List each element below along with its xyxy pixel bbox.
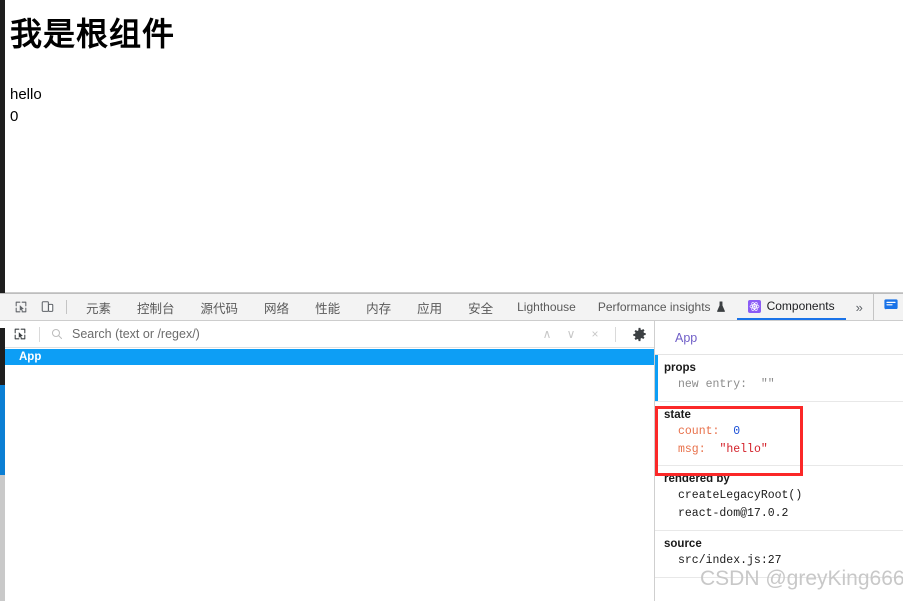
inspector-section-props: props new entry: "" xyxy=(655,355,903,402)
component-tree-toolbar: ∧ ∨ × xyxy=(0,321,654,348)
window-left-edge-strip-3 xyxy=(0,385,5,475)
search-clear-button[interactable]: × xyxy=(583,323,607,345)
prop-key: new entry xyxy=(678,378,741,391)
tab-application[interactable]: 应用 xyxy=(404,294,455,320)
rendered-by-row-reactdom[interactable]: react-dom@17.0.2 xyxy=(664,505,903,523)
flask-icon xyxy=(716,301,726,313)
window-left-edge-strip-4 xyxy=(0,475,5,601)
tab-label: 元素 xyxy=(86,301,112,316)
tab-label: 内存 xyxy=(366,301,392,316)
tab-network[interactable]: 网络 xyxy=(251,294,302,320)
component-tree-list: App xyxy=(0,348,654,601)
tab-sources[interactable]: 源代码 xyxy=(188,294,252,320)
source-file-link[interactable]: src/index.js:27 xyxy=(664,552,903,570)
prop-value[interactable]: "" xyxy=(761,378,775,391)
tab-components[interactable]: Components xyxy=(736,294,846,320)
rendered-by-row-root[interactable]: createLegacyRoot() xyxy=(664,487,903,505)
inspected-component-name: App xyxy=(675,330,698,345)
tab-performance-insights[interactable]: Performance insights xyxy=(587,294,737,320)
state-row-count[interactable]: count: 0 xyxy=(664,423,903,441)
more-tabs-button[interactable]: » xyxy=(846,294,873,320)
section-title: source xyxy=(664,538,702,551)
tab-label: 源代码 xyxy=(200,301,239,316)
inspector-section-state: state count: 0 msg: "hello" xyxy=(655,402,903,467)
feedback-icon[interactable] xyxy=(883,297,899,318)
section-title: props xyxy=(664,362,696,374)
page-title: 我是根组件 xyxy=(10,16,176,52)
device-toolbar-icon[interactable] xyxy=(34,294,60,320)
state-value[interactable]: "hello" xyxy=(719,443,767,456)
component-search xyxy=(48,327,535,341)
tab-console[interactable]: 控制台 xyxy=(124,294,188,320)
select-element-icon[interactable] xyxy=(9,324,31,344)
tab-memory[interactable]: 内存 xyxy=(353,294,404,320)
window-left-edge-strip-2 xyxy=(0,328,5,385)
state-key: count xyxy=(678,424,713,438)
inspect-element-icon[interactable] xyxy=(8,294,34,320)
tab-performance[interactable]: 性能 xyxy=(302,294,353,320)
window-left-edge-strip xyxy=(0,0,5,293)
state-colon: : xyxy=(712,424,720,438)
tab-lighthouse[interactable]: Lighthouse xyxy=(506,294,587,320)
prop-row-new-entry[interactable]: new entry: "" xyxy=(664,376,903,394)
state-row-msg[interactable]: msg: "hello" xyxy=(664,441,903,459)
tab-label: 应用 xyxy=(417,301,443,316)
prop-colon: : xyxy=(740,378,748,391)
react-logo-icon xyxy=(747,299,761,313)
tree-node-label: App xyxy=(19,351,42,363)
component-tree-pane: ∧ ∨ × App xyxy=(0,321,655,601)
page-viewport: 我是根组件 hello 0 xyxy=(0,0,903,292)
page-body-text: hello 0 xyxy=(10,84,903,128)
inspector-header: App xyxy=(655,321,903,355)
inspector-section-source: source src/index.js:27 xyxy=(655,531,903,578)
inspector-section-rendered-by: rendered by createLegacyRoot() react-dom… xyxy=(655,466,903,532)
toolbar-separator xyxy=(39,326,40,342)
tab-label: 网络 xyxy=(264,301,290,316)
devtools-toolbar-right xyxy=(872,294,903,320)
state-colon: : xyxy=(698,442,706,456)
components-panel: ∧ ∨ × App App xyxy=(0,321,903,601)
tab-label: 性能 xyxy=(315,301,341,316)
devtools-tabbar: 元素 控制台 源代码 网络 性能 内存 应用 安全 Lighthouse Per… xyxy=(0,294,903,321)
section-title: rendered by xyxy=(664,473,730,486)
section-title: state xyxy=(664,408,691,421)
page-line-count: 0 xyxy=(10,107,19,125)
tab-elements[interactable]: 元素 xyxy=(73,294,124,320)
tab-security[interactable]: 安全 xyxy=(455,294,506,320)
tree-node-app[interactable]: App xyxy=(0,349,654,365)
state-key: msg xyxy=(678,442,699,456)
state-value[interactable]: 0 xyxy=(733,425,740,438)
toolbar-separator xyxy=(66,300,67,314)
search-icon xyxy=(48,328,66,340)
tab-label: Components xyxy=(766,299,835,313)
component-inspector-pane: App props new entry: "" state count: 0 m… xyxy=(655,321,903,601)
search-prev-button[interactable]: ∧ xyxy=(535,323,559,345)
page-line-msg: hello xyxy=(10,86,42,103)
search-input[interactable] xyxy=(66,327,535,341)
gear-icon[interactable] xyxy=(624,323,654,345)
tab-label: Lighthouse xyxy=(517,300,576,314)
search-next-button[interactable]: ∨ xyxy=(559,323,583,345)
tab-label: Performance insights xyxy=(597,300,711,314)
toolbar-separator-2 xyxy=(615,326,616,342)
tab-label: 安全 xyxy=(468,301,494,316)
devtools-panel: 元素 控制台 源代码 网络 性能 内存 应用 安全 Lighthouse Per… xyxy=(0,293,903,601)
tab-label: 控制台 xyxy=(137,301,175,316)
